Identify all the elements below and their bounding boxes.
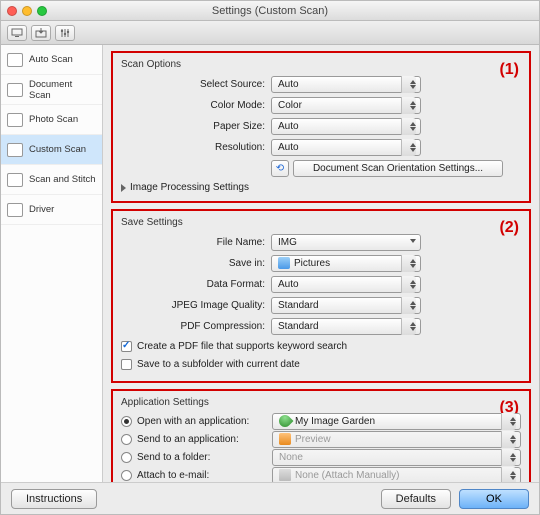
defaults-button[interactable]: Defaults	[381, 489, 451, 509]
body: Auto Scan Document Scan Photo Scan Custo…	[1, 45, 539, 482]
group-application-settings: (3) Application Settings Open with an ap…	[111, 389, 531, 482]
image-processing-settings-disclosure[interactable]: Image Processing Settings	[121, 182, 521, 193]
preview-app-icon	[279, 433, 291, 445]
sidebar: Auto Scan Document Scan Photo Scan Custo…	[1, 45, 103, 482]
sidebar-item-label: Auto Scan	[29, 54, 73, 65]
file-name-label: File Name:	[121, 237, 271, 248]
resolution-label: Resolution:	[121, 142, 271, 153]
jpeg-quality-label: JPEG Image Quality:	[121, 300, 271, 311]
subfolder-checkbox[interactable]	[121, 359, 132, 370]
send-to-app-label: Send to an application:	[137, 434, 267, 445]
document-scan-icon	[7, 83, 23, 97]
send-to-app-radio[interactable]	[121, 434, 132, 445]
sidebar-item-label: Driver	[29, 204, 54, 215]
send-to-app-select[interactable]: Preview	[272, 431, 521, 448]
sidebar-item-label: Scan and Stitch	[29, 174, 96, 185]
sidebar-item-custom-scan[interactable]: Custom Scan	[1, 135, 102, 165]
my-image-garden-icon	[277, 413, 294, 430]
sidebar-item-auto-scan[interactable]: Auto Scan	[1, 45, 102, 75]
send-to-folder-radio[interactable]	[121, 452, 132, 463]
data-format-label: Data Format:	[121, 279, 271, 290]
group-title: Application Settings	[121, 397, 521, 408]
instructions-button[interactable]: Instructions	[11, 489, 97, 509]
subfolder-label: Save to a subfolder with current date	[137, 359, 300, 370]
paper-size-select[interactable]: Auto	[271, 118, 421, 135]
photo-scan-icon	[7, 113, 23, 127]
auto-scan-icon	[7, 53, 23, 67]
pdf-compression-select[interactable]: Standard	[271, 318, 421, 335]
sidebar-item-driver[interactable]: Driver	[1, 195, 102, 225]
save-in-label: Save in:	[121, 258, 271, 269]
sidebar-item-document-scan[interactable]: Document Scan	[1, 75, 102, 105]
toolbar-scan-from-computer-icon[interactable]	[7, 25, 27, 41]
toolbar	[1, 21, 539, 45]
attach-email-radio[interactable]	[121, 470, 132, 481]
group-save-settings: (2) Save Settings File Name: IMG Save in…	[111, 209, 531, 383]
titlebar: Settings (Custom Scan)	[1, 1, 539, 21]
keyword-pdf-label: Create a PDF file that supports keyword …	[137, 341, 347, 352]
save-in-select[interactable]: Pictures	[271, 255, 421, 272]
orientation-icon[interactable]: ⟲	[271, 160, 289, 177]
group-scan-options: (1) Scan Options Select Source: Auto Col…	[111, 51, 531, 203]
pdf-compression-label: PDF Compression:	[121, 321, 271, 332]
group-title: Save Settings	[121, 217, 521, 228]
section-number: (2)	[499, 219, 519, 237]
open-with-radio[interactable]	[121, 416, 132, 427]
attach-email-select[interactable]: None (Attach Manually)	[272, 467, 521, 483]
sidebar-item-label: Photo Scan	[29, 114, 78, 125]
group-title: Scan Options	[121, 59, 521, 70]
disclosure-label: Image Processing Settings	[130, 182, 249, 193]
toolbar-settings-icon[interactable]	[55, 25, 75, 41]
open-with-label: Open with an application:	[137, 416, 267, 427]
send-to-folder-select[interactable]: None	[272, 449, 521, 466]
footer: Instructions Defaults OK	[1, 482, 539, 514]
file-name-field[interactable]: IMG	[271, 234, 421, 251]
sidebar-item-photo-scan[interactable]: Photo Scan	[1, 105, 102, 135]
mail-icon	[279, 469, 291, 481]
ok-button[interactable]: OK	[459, 489, 529, 509]
sidebar-item-scan-and-stitch[interactable]: Scan and Stitch	[1, 165, 102, 195]
paper-size-label: Paper Size:	[121, 121, 271, 132]
color-mode-select[interactable]: Color	[271, 97, 421, 114]
color-mode-label: Color Mode:	[121, 100, 271, 111]
attach-email-label: Attach to e-mail:	[137, 470, 267, 481]
folder-icon	[278, 257, 290, 269]
content: (1) Scan Options Select Source: Auto Col…	[103, 45, 539, 482]
scan-and-stitch-icon	[7, 173, 23, 187]
select-source-label: Select Source:	[121, 79, 271, 90]
section-number: (1)	[499, 61, 519, 79]
settings-window: Settings (Custom Scan) Auto Scan Documen…	[0, 0, 540, 515]
orientation-settings-button[interactable]: Document Scan Orientation Settings...	[293, 160, 503, 177]
sidebar-item-label: Custom Scan	[29, 144, 86, 155]
toolbar-scan-to-computer-icon[interactable]	[31, 25, 51, 41]
jpeg-quality-select[interactable]: Standard	[271, 297, 421, 314]
disclosure-triangle-icon	[121, 184, 126, 192]
send-to-folder-label: Send to a folder:	[137, 452, 267, 463]
resolution-select[interactable]: Auto	[271, 139, 421, 156]
open-with-select[interactable]: My Image Garden	[272, 413, 521, 430]
sidebar-item-label: Document Scan	[29, 79, 96, 101]
window-title: Settings (Custom Scan)	[1, 5, 539, 17]
keyword-pdf-checkbox[interactable]	[121, 341, 132, 352]
data-format-select[interactable]: Auto	[271, 276, 421, 293]
select-source-select[interactable]: Auto	[271, 76, 421, 93]
driver-icon	[7, 203, 23, 217]
custom-scan-icon	[7, 143, 23, 157]
